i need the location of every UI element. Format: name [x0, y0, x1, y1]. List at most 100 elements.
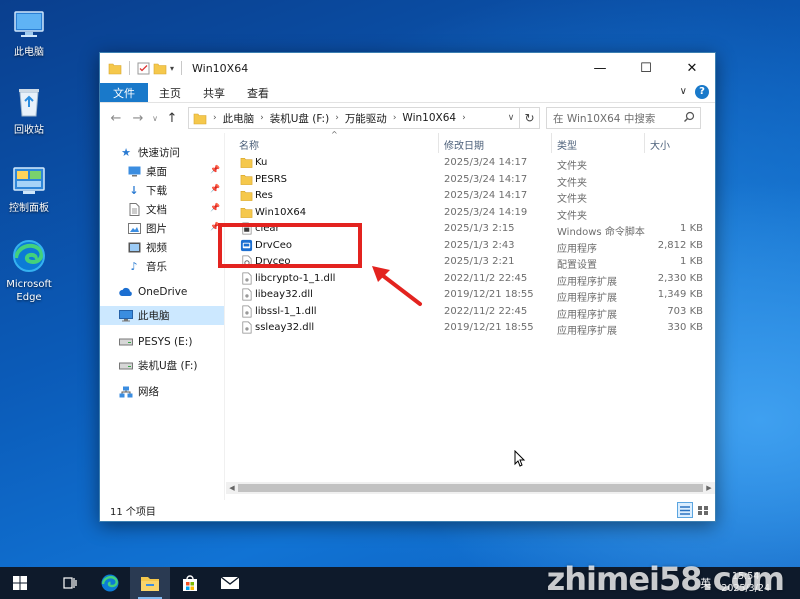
search-input[interactable]: 在 Win10X64 中搜索: [546, 107, 701, 129]
file-type: 应用程序扩展: [557, 326, 617, 337]
breadcrumb-item[interactable]: Win10X64: [402, 112, 456, 124]
sidebar-item[interactable]: ↓ 下载 📌: [100, 181, 224, 200]
file-row[interactable]: libssl-1_1.dll 2022/11/2 22:45 应用程序扩展 703 K…: [226, 304, 715, 321]
taskbar-mail-button[interactable]: [210, 567, 250, 599]
properties-icon[interactable]: [137, 62, 150, 75]
breadcrumb-separator[interactable]: ›: [393, 113, 397, 123]
breadcrumb-item[interactable]: 此电脑: [223, 111, 255, 126]
breadcrumb-separator[interactable]: ›: [335, 113, 339, 123]
scroll-right-icon[interactable]: ▶: [703, 482, 715, 494]
new-folder-icon[interactable]: [153, 62, 167, 75]
folder-icon: [108, 63, 122, 74]
sidebar-item-label: PESYS (E:): [138, 335, 193, 348]
column-divider[interactable]: [438, 133, 439, 153]
column-header-type[interactable]: 类型: [557, 137, 577, 152]
column-divider[interactable]: [551, 133, 552, 153]
breadcrumb-separator[interactable]: ›: [462, 113, 466, 123]
breadcrumb-separator[interactable]: ›: [213, 113, 217, 123]
onedrive-icon: [119, 285, 133, 299]
details-view-icon: [680, 505, 690, 515]
sidebar-item-label: 文档: [146, 204, 167, 216]
sidebar-item-label: OneDrive: [138, 285, 188, 298]
back-button[interactable]: ←: [106, 108, 126, 128]
text-cursor-icon: [514, 450, 526, 467]
column-header-date[interactable]: 修改日期: [444, 137, 484, 152]
start-button[interactable]: [0, 567, 40, 599]
minimize-button[interactable]: —: [577, 53, 623, 83]
sidebar-item[interactable]: 网络: [100, 382, 224, 401]
sidebar-item[interactable]: 视频: [100, 238, 224, 257]
quick-access-toolbar: ▾: [100, 61, 186, 75]
divider: [129, 61, 130, 75]
watermark: zhimei58.com: [546, 560, 785, 598]
breadcrumb-separator[interactable]: ›: [260, 113, 264, 123]
window-controls: — ☐ ✕: [577, 53, 715, 83]
status-bar: 11 个项目: [100, 499, 715, 521]
sidebar-item[interactable]: 此电脑: [100, 306, 224, 325]
desktop-icon-edge[interactable]: Microsoft Edge: [0, 238, 64, 304]
file-name: libeay32.dll: [255, 289, 313, 300]
maximize-button[interactable]: ☐: [623, 53, 669, 83]
breadcrumb-item[interactable]: 装机U盘 (F:): [270, 111, 329, 126]
window-title: Win10X64: [192, 61, 249, 75]
forward-button[interactable]: →: [128, 108, 148, 128]
file-row[interactable]: libcrypto-1_1.dll 2022/11/2 22:45 应用程序扩展 2,…: [226, 271, 715, 288]
divider: [181, 61, 183, 75]
address-dropdown-icon[interactable]: ∨: [503, 113, 519, 123]
sidebar-item-label: 此电脑: [138, 310, 170, 322]
help-icon[interactable]: ?: [695, 85, 709, 99]
horizontal-scrollbar[interactable]: ◀ ▶: [226, 482, 715, 494]
dll-icon: [240, 305, 253, 318]
expand-ribbon-icon[interactable]: ∨: [680, 86, 687, 97]
store-icon: [183, 575, 197, 591]
address-bar[interactable]: › 此电脑 › 装机U盘 (F:) › 万能驱动 › Win10X64 › ∨ …: [188, 107, 540, 129]
sidebar-item[interactable]: PESYS (E:): [100, 332, 224, 351]
file-row[interactable]: Res 2025/3/24 14:17 文件夹: [226, 188, 715, 205]
sidebar-item[interactable]: OneDrive: [100, 282, 224, 301]
scrollbar-thumb[interactable]: [238, 484, 703, 492]
task-view-button[interactable]: [50, 567, 90, 599]
refresh-button[interactable]: ↻: [519, 108, 539, 128]
taskbar-edge-button[interactable]: [90, 567, 130, 599]
desktop-icon-recycle-bin[interactable]: 回收站: [0, 84, 64, 137]
tab-share[interactable]: 共享: [192, 83, 236, 102]
file-size: 1 KB: [680, 223, 703, 234]
close-button[interactable]: ✕: [669, 53, 715, 83]
up-button[interactable]: ↑: [162, 108, 182, 128]
recent-locations-icon[interactable]: ∨: [150, 108, 160, 128]
file-size: 330 KB: [667, 322, 703, 333]
sidebar-item-label: 视频: [146, 242, 167, 254]
sidebar-item[interactable]: 装机U盘 (F:): [100, 356, 224, 375]
customize-qat-icon[interactable]: ▾: [170, 64, 174, 73]
details-view-button[interactable]: [677, 502, 693, 518]
taskbar-file-explorer-button[interactable]: [130, 567, 170, 599]
file-type: 应用程序扩展: [557, 293, 617, 304]
tab-view[interactable]: 查看: [236, 83, 280, 102]
file-name: Ku: [255, 157, 268, 168]
column-header-size[interactable]: 大小: [650, 137, 670, 152]
file-row[interactable]: Ku 2025/3/24 14:17 文件夹: [226, 155, 715, 172]
desktop-icon-this-pc[interactable]: 此电脑: [0, 6, 64, 59]
tab-file[interactable]: 文件: [100, 83, 148, 102]
taskbar-store-button[interactable]: [170, 567, 210, 599]
file-row[interactable]: PESRS 2025/3/24 14:17 文件夹: [226, 172, 715, 189]
sidebar-item[interactable]: 桌面 📌: [100, 162, 224, 181]
sidebar-item[interactable]: ♪ 音乐: [100, 257, 224, 276]
desktop-icon-control-panel[interactable]: 控制面板: [0, 162, 64, 215]
column-header-name[interactable]: 名称: [239, 137, 259, 152]
title-bar[interactable]: ▾ Win10X64 — ☐ ✕: [100, 53, 715, 83]
sidebar-item[interactable]: ★ 快速访问: [100, 143, 224, 162]
column-divider[interactable]: [644, 133, 645, 153]
file-row[interactable]: ssleay32.dll 2019/12/21 18:55 应用程序扩展 330 KB: [226, 320, 715, 337]
sidebar-item-label: 快速访问: [138, 147, 180, 159]
sidebar-item-label: 图片: [146, 223, 167, 235]
breadcrumb-item[interactable]: 万能驱动: [345, 111, 387, 126]
scroll-left-icon[interactable]: ◀: [226, 482, 238, 494]
sidebar-item[interactable]: 图片 📌: [100, 219, 224, 238]
file-row[interactable]: libeay32.dll 2019/12/21 18:55 应用程序扩展 1,349 …: [226, 287, 715, 304]
tab-home[interactable]: 主页: [148, 83, 192, 102]
file-type: 配置设置: [557, 260, 597, 271]
file-row[interactable]: Win10X64 2025/3/24 14:19 文件夹: [226, 205, 715, 222]
large-icons-view-button[interactable]: [695, 502, 711, 518]
sidebar-item[interactable]: 文档 📌: [100, 200, 224, 219]
